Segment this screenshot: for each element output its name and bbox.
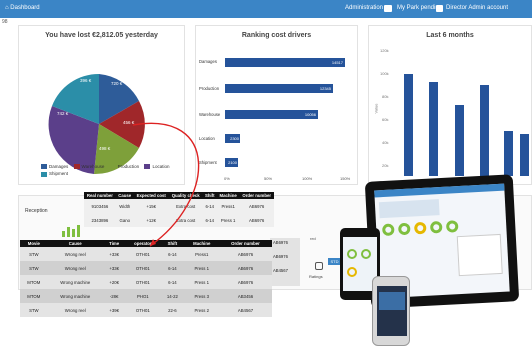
phone-gauge-2 — [361, 249, 371, 259]
phone-gauge-1 — [347, 249, 357, 259]
dashboard-root: ⌂ Dashboard Administration My Park pendi… — [0, 0, 532, 347]
phone2-screen — [377, 286, 407, 336]
phone-device-2 — [372, 276, 410, 346]
tablet-gauge-3 — [413, 221, 427, 235]
tablet-gauge-4 — [429, 220, 443, 234]
tablet-widget — [378, 199, 440, 219]
phone-gauge-3 — [347, 267, 357, 277]
phone2-map — [379, 292, 405, 310]
tablet-gauge-2 — [397, 222, 411, 236]
tablet-gauge-1 — [382, 223, 395, 237]
tablet-gauge-5 — [445, 220, 459, 233]
tablet-funnel-area — [456, 233, 503, 277]
tablet-topbar — [374, 183, 505, 198]
